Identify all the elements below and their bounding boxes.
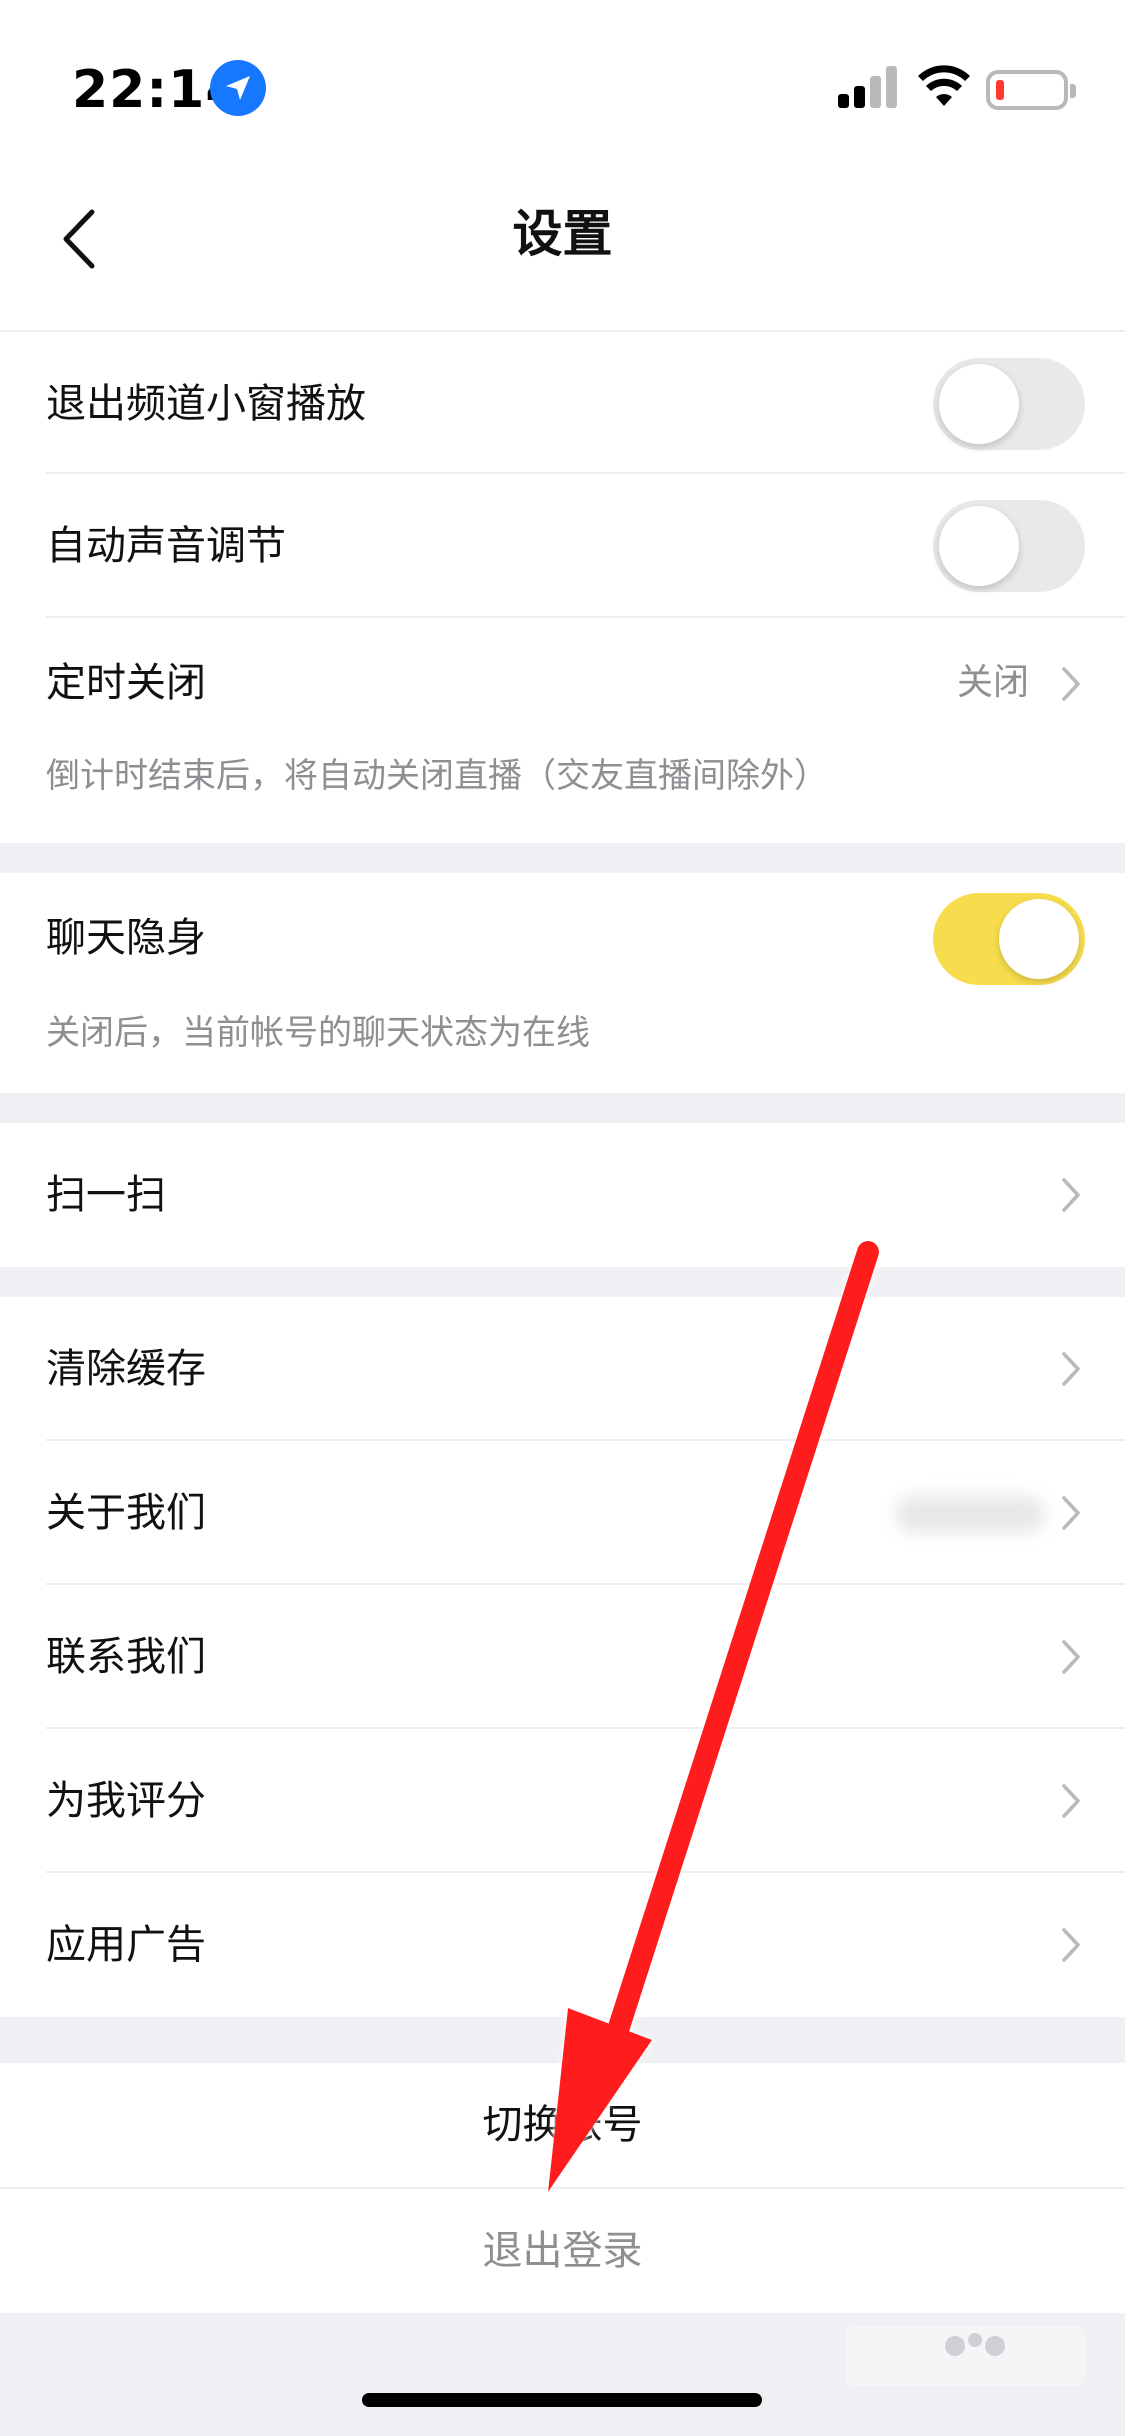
account-actions: 切换账号 退出登录 bbox=[0, 2063, 1125, 2313]
row-scan[interactable]: 扫一扫 bbox=[0, 1123, 1125, 1267]
chevron-right-icon bbox=[1062, 667, 1080, 701]
watermark-logo-icon bbox=[845, 2326, 1085, 2386]
row-label: 为我评分 bbox=[46, 1778, 206, 1824]
row-label: 定时关闭 bbox=[46, 660, 206, 706]
row-clear-cache[interactable]: 清除缓存 bbox=[0, 1297, 1125, 1441]
cellular-signal-icon bbox=[838, 66, 900, 108]
page-title: 设置 bbox=[512, 205, 613, 263]
settings-group-general: 清除缓存 关于我们 联系我们 为我评分 应用广告 bbox=[0, 1297, 1125, 2017]
toggle-chat-invisible[interactable] bbox=[933, 893, 1085, 985]
home-indicator bbox=[362, 2393, 762, 2407]
settings-group-chat: 聊天隐身 关闭后，当前帐号的聊天状态为在线 bbox=[0, 873, 1125, 1093]
row-label: 应用广告 bbox=[46, 1922, 206, 1968]
chevron-right-icon bbox=[1062, 1496, 1080, 1530]
wifi-icon bbox=[916, 64, 972, 112]
toggle-auto-volume[interactable] bbox=[933, 500, 1085, 592]
chevron-right-icon bbox=[1062, 1784, 1080, 1818]
row-value: 关闭 bbox=[956, 662, 1029, 703]
row-label: 退出频道小窗播放 bbox=[46, 381, 366, 427]
row-contact-us[interactable]: 联系我们 bbox=[0, 1585, 1125, 1729]
row-label: 聊天隐身 bbox=[46, 915, 206, 961]
logout-button[interactable]: 退出登录 bbox=[0, 2189, 1125, 2313]
nav-bar: 设置 bbox=[0, 170, 1125, 330]
row-timer-close[interactable]: 定时关闭 关闭 倒计时结束后，将自动关闭直播（交友直播间除外） bbox=[0, 618, 1125, 843]
settings-group-playback: 退出频道小窗播放 自动声音调节 定时关闭 关闭 倒计时结束后，将自动关闭直播（交… bbox=[0, 330, 1125, 843]
chevron-right-icon bbox=[1062, 1640, 1080, 1674]
chevron-right-icon bbox=[1062, 1928, 1080, 1962]
row-auto-volume: 自动声音调节 bbox=[0, 474, 1125, 618]
switch-account-button[interactable]: 切换账号 bbox=[0, 2063, 1125, 2189]
status-bar: 22:14 bbox=[0, 0, 1125, 170]
row-rate-us[interactable]: 为我评分 bbox=[0, 1729, 1125, 1873]
row-app-ads[interactable]: 应用广告 bbox=[0, 1873, 1125, 2017]
location-icon bbox=[210, 60, 266, 116]
battery-icon bbox=[986, 70, 1076, 110]
row-description: 倒计时结束后，将自动关闭直播（交友直播间除外） bbox=[46, 756, 828, 796]
row-about-us[interactable]: 关于我们 bbox=[0, 1441, 1125, 1585]
row-description: 关闭后，当前帐号的聊天状态为在线 bbox=[46, 1013, 590, 1053]
chevron-right-icon bbox=[1062, 1178, 1080, 1212]
blurred-version bbox=[895, 1495, 1045, 1533]
chevron-right-icon bbox=[1062, 1352, 1080, 1386]
row-exit-channel-mini-window: 退出频道小窗播放 bbox=[0, 330, 1125, 474]
row-label: 自动声音调节 bbox=[46, 523, 286, 569]
row-chat-invisible: 聊天隐身 关闭后，当前帐号的聊天状态为在线 bbox=[0, 873, 1125, 1093]
settings-group-scan: 扫一扫 bbox=[0, 1123, 1125, 1267]
row-label: 扫一扫 bbox=[46, 1172, 166, 1218]
row-label: 关于我们 bbox=[46, 1490, 206, 1536]
row-label: 清除缓存 bbox=[46, 1346, 206, 1392]
toggle-exit-channel-mini-window[interactable] bbox=[933, 358, 1085, 450]
row-label: 联系我们 bbox=[46, 1634, 206, 1680]
